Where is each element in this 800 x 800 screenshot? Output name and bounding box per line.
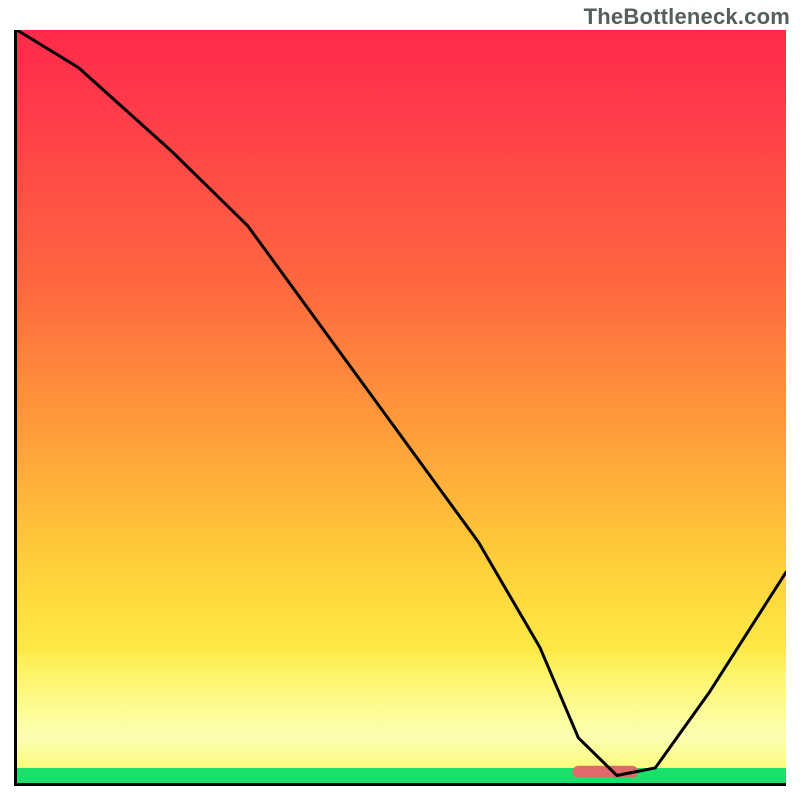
watermark-text: TheBottleneck.com — [584, 4, 790, 30]
bottleneck-chart: TheBottleneck.com — [0, 0, 800, 800]
plot-area — [14, 30, 786, 786]
bottleneck-curve — [17, 30, 786, 775]
chart-svg — [17, 30, 786, 783]
